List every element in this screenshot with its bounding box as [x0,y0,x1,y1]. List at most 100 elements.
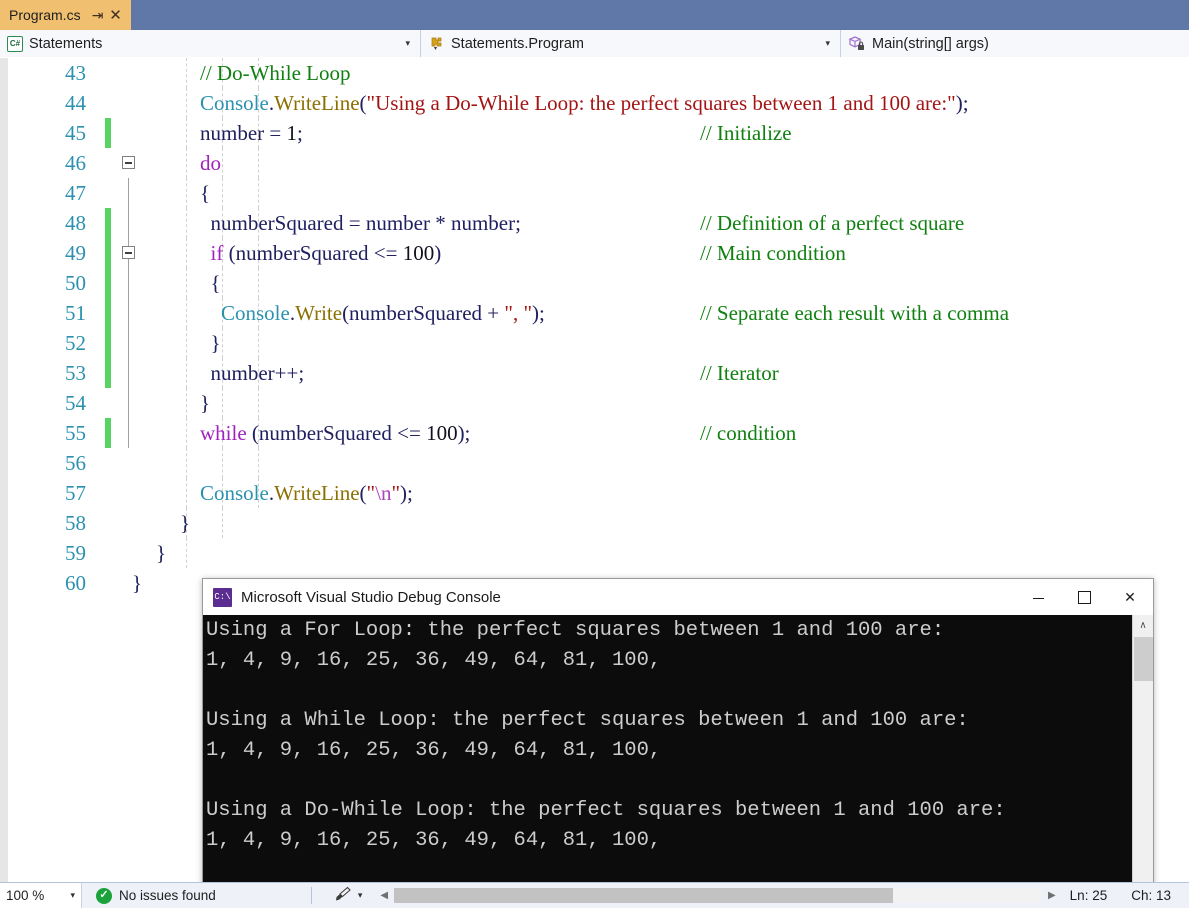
horizontal-scrollbar[interactable]: ◀ ▶ [380,887,1056,904]
class-icon [428,35,445,52]
indent-guide [186,118,187,148]
code-token: do [200,151,221,175]
project-dropdown[interactable]: C# Statements ▾ [0,30,421,57]
method-name: Main(string[] args) [872,35,989,52]
change-bar-modified [105,328,111,358]
change-bar [105,58,111,88]
code-token: } [200,391,211,415]
indent-guide [186,238,187,268]
code-token: ++; [274,361,305,385]
minimize-icon[interactable] [1015,579,1061,615]
code-line[interactable]: 48 numberSquared = number * number; // De… [0,208,1189,238]
issues-status-label: No issues found [119,888,216,903]
collapse-toggle-icon[interactable] [122,156,135,169]
line-number: 56 [65,451,86,475]
cleanup-brush-button[interactable]: ▾ [334,886,363,905]
maximize-icon[interactable] [1061,579,1107,615]
zoom-level-selector[interactable]: 100 % ▾ [0,883,82,908]
change-bar-modified [105,238,111,268]
code-token: (numberSquared <= [246,421,427,445]
debug-console-window[interactable]: C:\ Microsoft Visual Studio Debug Consol… [202,578,1154,882]
indent-guide [186,538,187,568]
collapse-toggle-icon[interactable] [122,246,135,259]
code-line[interactable]: 51 Console.Write(numberSquared + ", "); /… [0,298,1189,328]
scroll-left-icon[interactable]: ◀ [380,890,388,901]
scroll-up-icon[interactable]: ∧ [1133,615,1153,635]
code-line[interactable]: 49 if (numberSquared <= 100) // Main cond… [0,238,1189,268]
code-token: while [200,421,247,445]
code-line[interactable]: 53 number++; // Iterator [0,358,1189,388]
code-token: ", " [504,301,533,325]
line-number: 44 [65,91,86,115]
code-line[interactable]: 55 while (numberSquared <= 100); // condit… [0,418,1189,448]
chevron-down-icon[interactable]: ▾ [405,30,410,57]
console-scrollbar[interactable]: ∧ ∨ [1132,615,1153,882]
console-output-area[interactable]: Using a For Loop: the perfect squares be… [203,615,1153,882]
line-number: 48 [65,211,86,235]
issues-status[interactable]: ✓ No issues found [96,887,216,904]
code-token: ); [955,91,969,115]
code-editor[interactable]: 43 // Do-While Loop 44 Console.WriteLine("U… [0,58,1189,882]
indent-guide [186,358,187,388]
indent-guide [186,58,187,88]
line-number: 52 [65,331,86,355]
change-bar [105,568,111,598]
code-text: Console.WriteLine("Using a Do-While Loop… [200,88,969,118]
outline-guide [128,178,129,208]
code-token: Write [295,301,343,325]
console-app-icon: C:\ [213,587,232,607]
code-line[interactable]: 50 { [0,268,1189,298]
visual-studio-window: Program.cs ⇥ ✕ C# Statements ▾ Statement… [0,0,1189,908]
code-line[interactable]: 47 { [0,178,1189,208]
code-line[interactable]: 52 } [0,328,1189,358]
code-line[interactable]: 43 // Do-While Loop [0,58,1189,88]
class-dropdown[interactable]: Statements.Program ▾ [421,30,841,57]
line-number: 55 [65,421,86,445]
code-line[interactable]: 58} [0,508,1189,538]
scrollbar-thumb[interactable] [1134,637,1153,681]
code-text: { [200,268,221,298]
code-line[interactable]: 56 [0,448,1189,478]
code-text: numberSquared = number * number; [200,208,521,238]
column-indicator: Ch: 13 [1131,888,1171,903]
indent-guide [186,88,187,118]
code-token: { [200,271,221,295]
code-line[interactable]: 45 number = 1; // Initialize [0,118,1189,148]
code-line[interactable]: 46 do [0,148,1189,178]
indent-guide [222,328,223,358]
code-line[interactable]: 57 Console.WriteLine("\n"); [0,478,1189,508]
code-line[interactable]: 59} [0,538,1189,568]
indent-guide [186,448,187,478]
method-dropdown[interactable]: Main(string[] args) [841,30,1189,57]
code-line[interactable]: 54} [0,388,1189,418]
chevron-down-icon[interactable]: ▾ [358,890,363,901]
code-comment: // condition [700,421,797,445]
cs-file-icon: C# [7,35,23,52]
line-number: 50 [65,271,86,295]
code-text: // Do-While Loop [200,58,350,88]
change-bar-modified [105,118,111,148]
code-text: } [200,388,210,418]
close-icon[interactable]: ✕ [107,5,125,25]
indent-guide [222,388,223,418]
indent-guide [222,148,223,178]
code-line[interactable]: 44 Console.WriteLine("Using a Do-While Lo… [0,88,1189,118]
code-token: ); [457,421,471,445]
scroll-right-icon[interactable]: ▶ [1048,890,1056,901]
code-token: number [200,121,265,145]
change-bar-modified [105,208,111,238]
code-comment: // Main condition [700,241,846,265]
change-bar [105,478,111,508]
console-title-bar[interactable]: C:\ Microsoft Visual Studio Debug Consol… [203,579,1153,615]
scrollbar-thumb[interactable] [394,888,893,903]
chevron-down-icon[interactable]: ▾ [70,890,75,901]
scrollbar-track[interactable] [394,888,1042,903]
tab-program-cs[interactable]: Program.cs ⇥ ✕ [0,0,131,30]
pin-icon[interactable]: ⇥ [89,5,107,25]
code-token: numberSquared [200,211,344,235]
code-token: { [200,181,211,205]
chevron-down-icon[interactable]: ▾ [825,30,830,57]
line-number: 51 [65,301,86,325]
line-number: 46 [65,151,86,175]
close-icon[interactable]: ✕ [1107,579,1153,615]
